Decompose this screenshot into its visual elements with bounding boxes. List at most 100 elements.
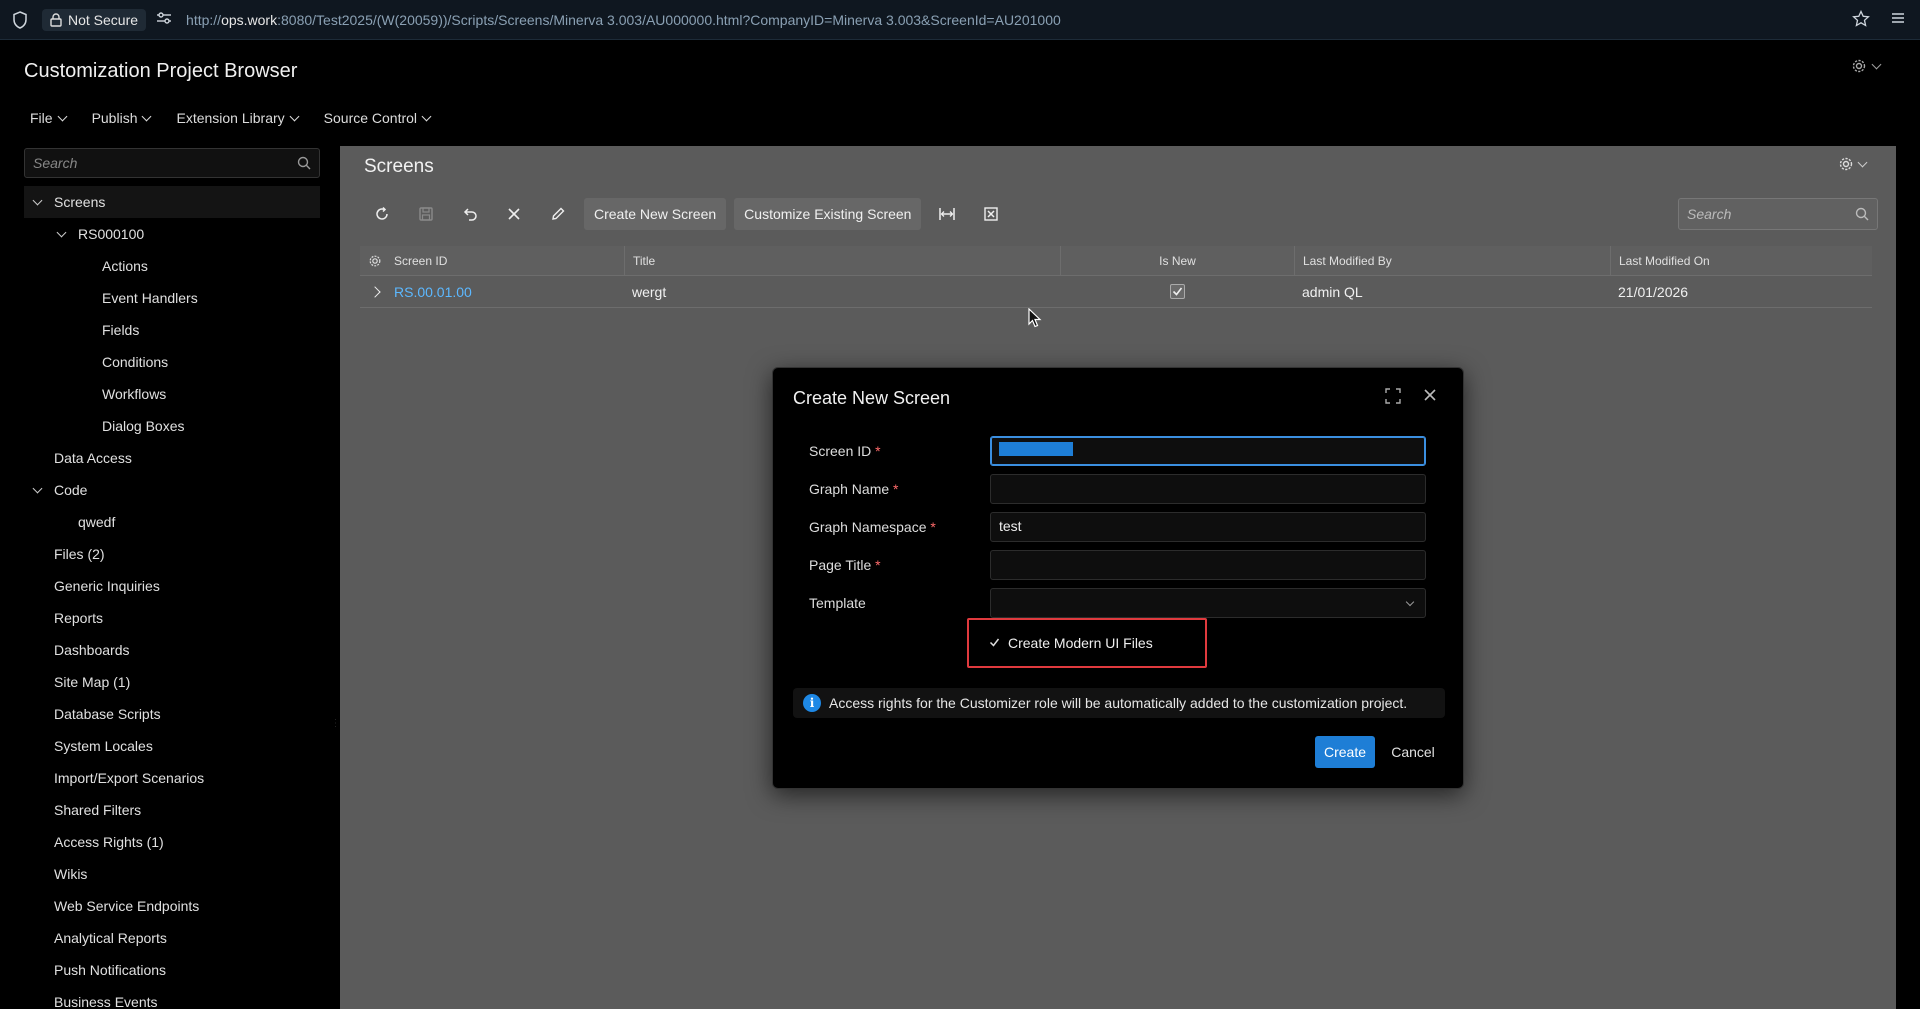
column-title[interactable]: Title — [624, 246, 1060, 275]
sidebar-item-dashboards[interactable]: Dashboards — [24, 634, 320, 666]
maximize-icon[interactable] — [1385, 388, 1401, 409]
menu-source-control[interactable]: Source Control — [324, 110, 432, 126]
sidebar-item-label: Code — [54, 482, 88, 498]
create-new-screen-button[interactable]: Create New Screen — [584, 198, 727, 230]
menu-file[interactable]: File — [30, 110, 68, 126]
chevron-down-icon[interactable] — [52, 227, 70, 237]
column-last-modified-by[interactable]: Last Modified By — [1294, 246, 1610, 275]
sidebar-item-label: Files (2) — [54, 546, 105, 562]
sidebar-item-code[interactable]: Code — [24, 474, 320, 506]
search-icon[interactable] — [1855, 207, 1869, 224]
sidebar-item-label: Site Map (1) — [54, 674, 131, 690]
close-icon[interactable] — [1423, 388, 1437, 407]
screens-grid: Screen ID Title Is New Last Modified By … — [360, 246, 1872, 308]
refresh-button[interactable] — [364, 198, 400, 230]
chevron-down-icon[interactable] — [28, 195, 46, 205]
shield-icon[interactable] — [12, 10, 30, 29]
cell-title: wergt — [632, 283, 667, 300]
column-is-new[interactable]: Is New — [1060, 246, 1294, 275]
url-rest: :8080/Test2025/(W(20059))/Scripts/Screen… — [277, 11, 1061, 28]
sidebar-item-wikis[interactable]: Wikis — [24, 858, 320, 890]
sidebar-item-import-export-scenarios[interactable]: Import/Export Scenarios — [24, 762, 320, 794]
sidebar-item-business-events[interactable]: Business Events — [24, 986, 320, 1009]
column-screen-id[interactable]: Screen ID — [390, 254, 624, 268]
sidebar-item-generic-inquiries[interactable]: Generic Inquiries — [24, 570, 320, 602]
create-button[interactable]: Create — [1315, 736, 1375, 768]
save-icon — [419, 207, 433, 221]
sidebar-item-label: Access Rights (1) — [54, 834, 164, 850]
template-select[interactable] — [990, 588, 1426, 618]
table-row[interactable]: RS.00.01.00 wergt admin QL 21/01/2026 — [360, 276, 1872, 308]
grid-search-placeholder: Search — [1687, 206, 1732, 222]
splitter-handle[interactable]: ⋮ — [331, 718, 336, 729]
customize-existing-screen-button[interactable]: Customize Existing Screen — [734, 198, 922, 230]
sidebar-item-access-rights-1[interactable]: Access Rights (1) — [24, 826, 320, 858]
bookmark-star-icon[interactable] — [1852, 9, 1870, 32]
fit-columns-button[interactable] — [929, 198, 965, 230]
hamburger-menu-icon[interactable] — [1890, 10, 1906, 30]
graph-namespace-field[interactable]: test — [990, 512, 1426, 542]
cancel-button[interactable]: Cancel — [1383, 736, 1443, 768]
sidebar-item-analytical-reports[interactable]: Analytical Reports — [24, 922, 320, 954]
sidebar-item-shared-filters[interactable]: Shared Filters — [24, 794, 320, 826]
sidebar-item-workflows[interactable]: Workflows — [24, 378, 320, 410]
search-icon[interactable] — [297, 156, 311, 173]
sidebar-item-rs000100[interactable]: RS000100 — [24, 218, 320, 250]
dialog-title: Create New Screen — [793, 388, 951, 408]
permissions-icon[interactable] — [156, 11, 172, 28]
sidebar-item-reports[interactable]: Reports — [24, 602, 320, 634]
gear-icon — [1852, 59, 1866, 73]
page-title-field[interactable] — [990, 550, 1426, 580]
grid-search-input[interactable]: Search — [1678, 198, 1878, 230]
save-button[interactable] — [408, 198, 444, 230]
sidebar-item-label: System Locales — [54, 738, 153, 754]
sidebar-item-data-access[interactable]: Data Access — [24, 442, 320, 474]
row-expand-icon[interactable] — [360, 285, 390, 298]
sidebar-item-dialog-boxes[interactable]: Dialog Boxes — [24, 410, 320, 442]
export-excel-button[interactable] — [973, 198, 1009, 230]
chevron-down-icon — [142, 111, 152, 121]
app-title: Customization Project Browser — [24, 60, 298, 82]
sidebar-item-label: Shared Filters — [54, 802, 142, 818]
screen-id-label: Screen ID * — [809, 443, 881, 459]
sidebar-item-screens[interactable]: Screens — [24, 186, 320, 218]
sidebar-item-database-scripts[interactable]: Database Scripts — [24, 698, 320, 730]
screen-id-link[interactable]: RS.00.01.00 — [390, 284, 624, 300]
column-last-modified-on[interactable]: Last Modified On — [1610, 246, 1872, 275]
create-modern-ui-files-checkbox[interactable]: Create Modern UI Files — [967, 618, 1207, 668]
sidebar-item-event-handlers[interactable]: Event Handlers — [24, 282, 320, 314]
sidebar-item-system-locales[interactable]: System Locales — [24, 730, 320, 762]
sidebar-item-files-2[interactable]: Files (2) — [24, 538, 320, 570]
menu-extension-library[interactable]: Extension Library — [176, 110, 300, 126]
sidebar-item-web-service-endpoints[interactable]: Web Service Endpoints — [24, 890, 320, 922]
not-secure-label: Not Secure — [68, 11, 139, 28]
sidebar-item-push-notifications[interactable]: Push Notifications — [24, 954, 320, 986]
url-field[interactable]: http://ops.work:8080/Test2025/(W(20059))… — [186, 12, 1061, 28]
graph-namespace-row: Graph Namespace * test — [809, 512, 1429, 542]
column-settings-icon[interactable] — [360, 254, 390, 268]
app-settings-menu[interactable] — [1851, 58, 1882, 74]
lock-icon — [50, 12, 62, 27]
sidebar-item-actions[interactable]: Actions — [24, 250, 320, 282]
sidebar-item-fields[interactable]: Fields — [24, 314, 320, 346]
delete-button[interactable] — [496, 198, 532, 230]
sidebar-search-input[interactable]: Search — [24, 148, 320, 178]
menu-publish[interactable]: Publish — [91, 110, 152, 126]
cell-is-new — [1060, 276, 1294, 307]
sidebar-item-site-map-1[interactable]: Site Map (1) — [24, 666, 320, 698]
edit-button[interactable] — [540, 198, 576, 230]
graph-name-field[interactable] — [990, 474, 1426, 504]
menu-publish-label: Publish — [91, 110, 138, 126]
project-tree: Screens RS000100 Actions Event Handlers Fiel… — [24, 186, 320, 1009]
mouse-cursor-icon — [1028, 307, 1042, 333]
undo-button[interactable] — [452, 198, 488, 230]
main-menu: File Publish Extension Library Source Co… — [30, 110, 432, 126]
panel-settings-menu[interactable] — [1838, 156, 1868, 172]
graph-namespace-label: Graph Namespace * — [809, 519, 936, 535]
not-secure-badge[interactable]: Not Secure — [42, 8, 147, 31]
sidebar-item-qwedf[interactable]: qwedf — [24, 506, 320, 538]
screen-id-field[interactable] — [990, 436, 1426, 466]
chevron-down-icon[interactable] — [28, 483, 46, 493]
template-row: Template — [809, 588, 1429, 618]
sidebar-item-conditions[interactable]: Conditions — [24, 346, 320, 378]
